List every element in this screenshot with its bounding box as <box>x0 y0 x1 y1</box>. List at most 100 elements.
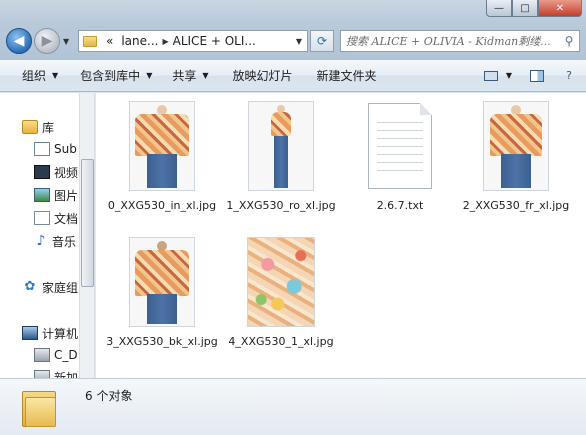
change-view-button[interactable] <box>480 66 502 86</box>
window-chrome: — □ ✕ ◀ ▶ ▼ « lane... ▶ ALICE + OLI... ▼… <box>0 0 586 60</box>
chevron-down-icon: ▼ <box>146 71 153 80</box>
nav-subversion-label: Sub <box>54 142 77 156</box>
slideshow-button[interactable]: 放映幻灯片 <box>225 64 301 88</box>
file-name: 2.6.7.txt <box>376 199 424 212</box>
text-line <box>377 146 423 147</box>
breadcrumb-lane[interactable]: lane... <box>117 34 162 48</box>
chevron-down-icon: ▼ <box>202 71 209 80</box>
search-box[interactable]: 搜索 ALICE + OLIVIA - Kidman剩缕... ⚲ <box>340 30 580 52</box>
fabric-thumbnail <box>247 237 315 327</box>
nav-homegroup[interactable]: ✿ 家庭组 <box>22 277 78 297</box>
chevron-down-icon: ▼ <box>52 71 59 80</box>
text-line <box>377 154 423 155</box>
jeans-shape <box>501 154 531 188</box>
preview-pane-icon <box>530 69 544 82</box>
file-item[interactable]: 3_XXG530_bk_xl.jpg <box>106 237 218 350</box>
music-icon: ♪ <box>36 233 46 249</box>
item-count: 6 个对象 <box>85 389 133 403</box>
help-icon: ? <box>566 69 572 82</box>
image-thumbnail <box>129 101 195 191</box>
address-bar[interactable]: « lane... ▶ ALICE + OLI... ▼ <box>78 30 308 52</box>
new-folder-button[interactable]: 新建文件夹 <box>309 64 385 88</box>
include-in-library-label: 包含到库中 <box>80 69 141 83</box>
drive-icon <box>34 348 50 362</box>
file-name: 0_XXG530_in_xl.jpg <box>107 199 217 212</box>
file-name: 4_XXG530_1_xl.jpg <box>228 335 334 348</box>
text-line <box>377 130 423 131</box>
nav-computer-label: 计算机 <box>42 326 79 341</box>
forward-button[interactable]: ▶ <box>34 28 60 54</box>
arrow-left-icon: ◀ <box>13 33 25 49</box>
page-fold <box>420 103 432 115</box>
nav-computer[interactable]: 计算机 <box>22 323 78 343</box>
address-dropdown-button[interactable]: ▼ <box>291 37 307 46</box>
folder-icon <box>83 35 97 47</box>
nav-homegroup-label: 家庭组 <box>42 280 79 295</box>
drive-icon <box>34 370 50 378</box>
details-pane: 6 个对象 <box>0 378 586 435</box>
nav-documents-label: 文档 <box>54 211 79 226</box>
documents-icon <box>34 211 50 225</box>
back-button[interactable]: ◀ <box>6 28 32 54</box>
nav-scrollbar[interactable] <box>79 93 94 378</box>
text-line <box>377 170 423 171</box>
nav-videos[interactable]: 视频 <box>34 162 78 182</box>
image-thumbnail <box>248 101 314 191</box>
refresh-button[interactable]: ⟳ <box>310 30 334 52</box>
video-icon <box>34 165 50 179</box>
help-button[interactable]: ? <box>558 66 580 86</box>
nav-music[interactable]: ♪ 音乐 <box>34 231 76 251</box>
file-item[interactable]: 0_XXG530_in_xl.jpg <box>106 101 218 214</box>
nav-drive-c-label: C_D <box>54 348 78 362</box>
nav-drive-c[interactable]: C_D <box>34 345 78 365</box>
text-line <box>377 122 423 123</box>
include-in-library-menu[interactable]: 包含到库中 ▼ <box>72 64 160 88</box>
breadcrumb-overflow[interactable]: « <box>102 34 117 48</box>
nav-libraries-label: 库 <box>42 120 55 135</box>
nav-documents[interactable]: 文档 <box>34 208 78 228</box>
nav-drive-new-label: 新加 <box>54 370 79 379</box>
nav-scrollbar-thumb[interactable] <box>81 159 94 287</box>
nav-videos-label: 视频 <box>54 165 79 180</box>
refresh-icon: ⟳ <box>316 34 328 48</box>
minimize-button[interactable]: — <box>486 0 512 17</box>
nav-music-label: 音乐 <box>52 234 77 249</box>
nav-drive-new[interactable]: 新加 <box>34 367 78 378</box>
jacket-shape <box>135 250 189 296</box>
command-bar: 组织 ▼ 包含到库中 ▼ 共享 ▼ 放映幻灯片 新建文件夹 ▼ ? <box>0 60 586 92</box>
text-file-icon <box>368 103 432 189</box>
share-menu[interactable]: 共享 ▼ <box>164 64 216 88</box>
share-label: 共享 <box>172 69 197 83</box>
preview-pane-button[interactable] <box>526 66 548 86</box>
text-line <box>377 138 423 139</box>
file-name: 2_XXG530_fr_xl.jpg <box>462 199 570 212</box>
jacket-shape <box>135 114 189 156</box>
computer-icon <box>22 326 38 340</box>
nav-subversion[interactable]: Sub <box>34 139 77 159</box>
view-icon <box>483 70 498 81</box>
breadcrumb-current-folder[interactable]: ALICE + OLI... <box>169 34 260 48</box>
file-item[interactable]: 1_XXG530_ro_xl.jpg <box>225 101 337 214</box>
nav-pictures[interactable]: 图片 <box>34 185 78 205</box>
file-item[interactable]: 2.6.7.txt <box>344 101 456 214</box>
search-input[interactable]: 搜索 ALICE + OLIVIA - Kidman剩缕... <box>341 33 559 49</box>
organize-menu[interactable]: 组织 ▼ <box>14 64 66 88</box>
jeans-shape <box>147 154 177 188</box>
homegroup-icon: ✿ <box>24 279 36 294</box>
jacket-shape <box>490 114 542 156</box>
folder-front <box>25 397 56 427</box>
close-button[interactable]: ✕ <box>538 0 582 17</box>
file-name: 3_XXG530_bk_xl.jpg <box>106 335 218 348</box>
search-icon[interactable]: ⚲ <box>559 34 579 48</box>
file-item[interactable]: 4_XXG530_1_xl.jpg <box>225 237 337 350</box>
library-icon <box>22 120 38 134</box>
navigation-buttons: ◀ ▶ ▼ <box>6 28 69 54</box>
text-line <box>377 162 423 163</box>
jeans-shape <box>274 136 288 188</box>
recent-pages-dropdown[interactable]: ▼ <box>63 37 69 46</box>
file-name: 1_XXG530_ro_xl.jpg <box>226 199 336 212</box>
nav-libraries[interactable]: 库 <box>22 117 54 137</box>
file-item[interactable]: 2_XXG530_fr_xl.jpg <box>460 101 572 214</box>
view-options-dropdown[interactable]: ▼ <box>506 71 512 80</box>
maximize-button[interactable]: □ <box>512 0 538 17</box>
